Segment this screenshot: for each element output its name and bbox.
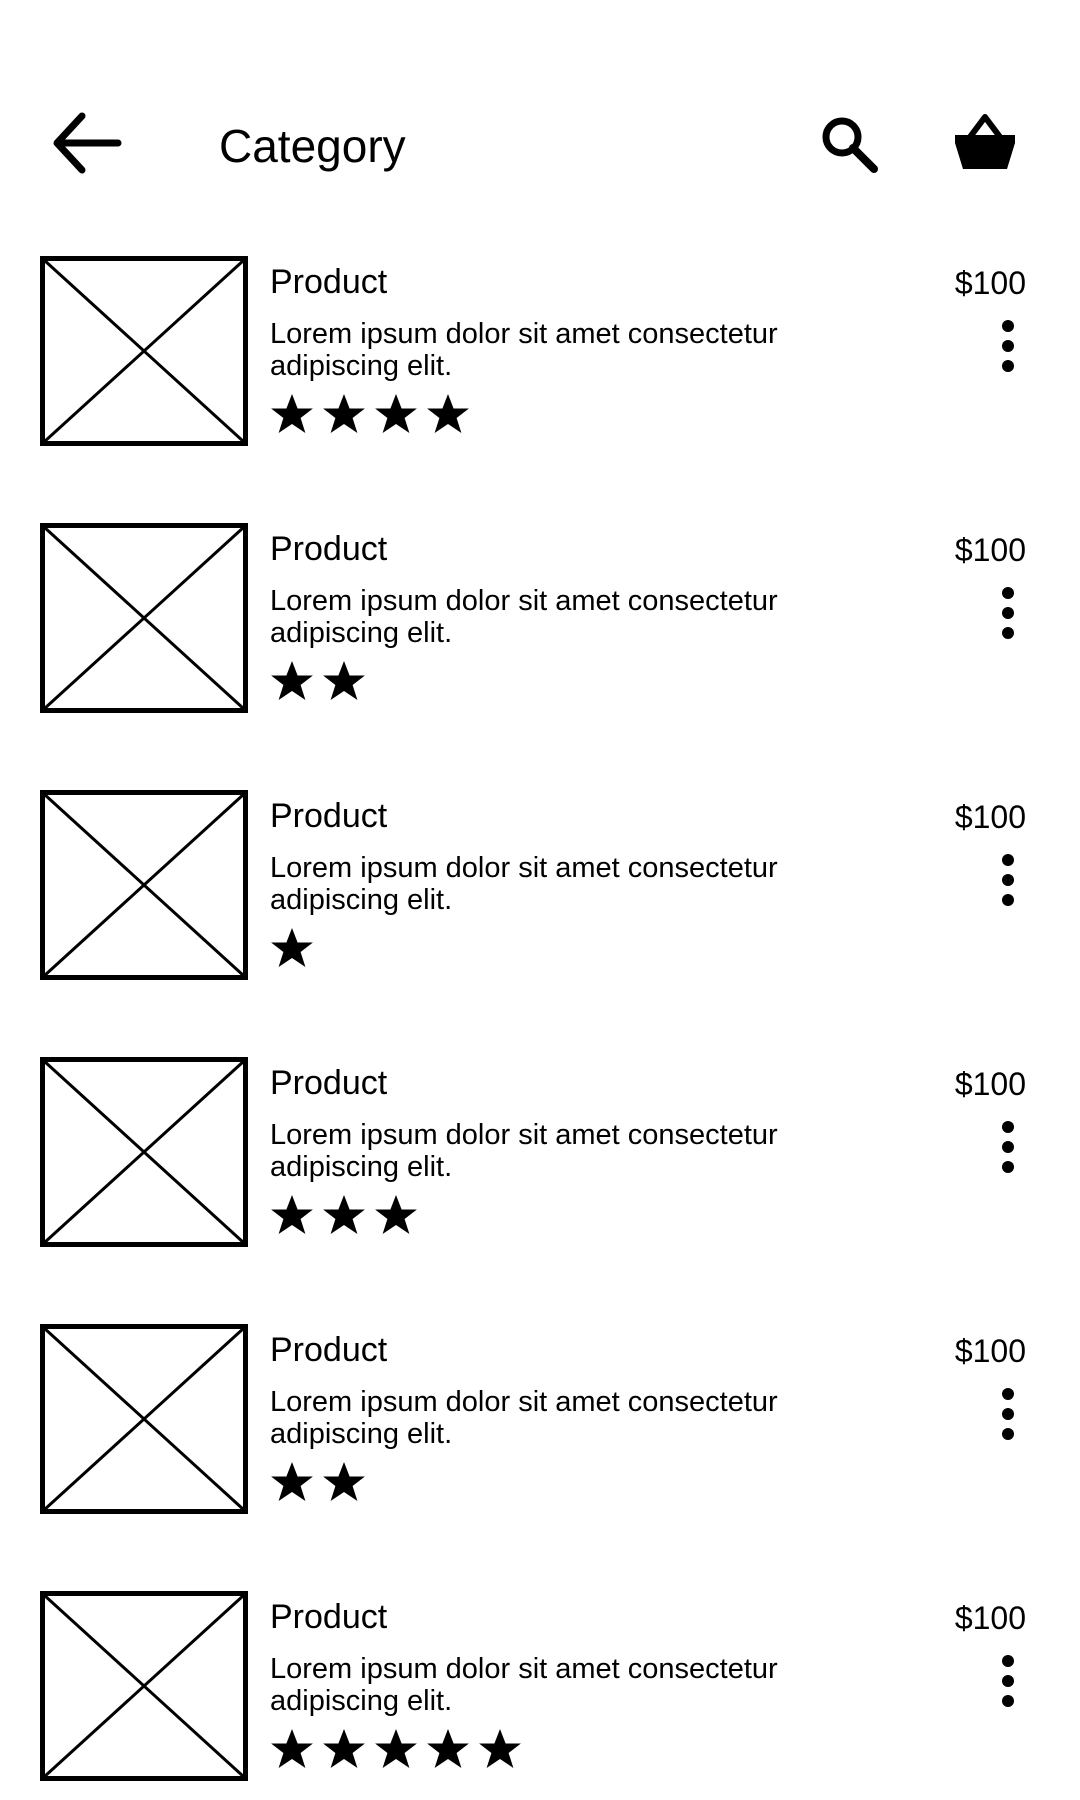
star-icon	[323, 394, 365, 433]
search-icon	[822, 117, 878, 173]
more-options-button[interactable]	[988, 850, 1028, 910]
product-description: Lorem ipsum dolor sit amet consectetur a…	[270, 1119, 778, 1183]
star-icon	[375, 1729, 417, 1768]
cart-button[interactable]	[953, 113, 1017, 173]
product-list-item[interactable]: Product Lorem ipsum dolor sit amet conse…	[0, 250, 1080, 450]
more-vertical-icon	[1002, 320, 1014, 372]
arrow-left-icon	[53, 112, 122, 174]
more-vertical-icon	[1002, 854, 1014, 906]
product-list-item[interactable]: Product Lorem ipsum dolor sit amet conse…	[0, 784, 1080, 984]
product-image	[40, 790, 248, 980]
product-image	[40, 1591, 248, 1781]
app-header: Category	[0, 0, 1080, 250]
star-icon	[427, 1729, 469, 1768]
star-icon	[427, 394, 469, 433]
star-icon	[271, 1462, 313, 1501]
product-price: $100	[954, 532, 1026, 568]
star-icon	[323, 1195, 365, 1234]
star-icon	[271, 661, 313, 700]
star-icon	[375, 1195, 417, 1234]
image-placeholder-icon	[40, 1324, 248, 1514]
product-image	[40, 1057, 248, 1247]
star-icon	[271, 1195, 313, 1234]
product-rating	[270, 1193, 418, 1237]
back-button[interactable]	[52, 108, 132, 178]
product-description: Lorem ipsum dolor sit amet consectetur a…	[270, 1386, 778, 1450]
image-placeholder-icon	[40, 523, 248, 713]
more-vertical-icon	[1002, 1388, 1014, 1440]
star-icon	[375, 394, 417, 433]
product-name: Product	[270, 1331, 388, 1369]
product-name: Product	[270, 797, 388, 835]
product-name: Product	[270, 530, 388, 568]
more-vertical-icon	[1002, 1121, 1014, 1173]
product-name: Product	[270, 1064, 388, 1102]
product-rating	[270, 392, 470, 436]
more-options-button[interactable]	[988, 316, 1028, 376]
product-list-item[interactable]: Product Lorem ipsum dolor sit amet conse…	[0, 1051, 1080, 1251]
product-image	[40, 1324, 248, 1514]
product-name: Product	[270, 263, 388, 301]
product-price: $100	[954, 799, 1026, 835]
more-vertical-icon	[1002, 587, 1014, 639]
product-image	[40, 523, 248, 713]
star-icon	[271, 394, 313, 433]
star-icon	[271, 928, 313, 967]
product-rating	[270, 659, 366, 703]
star-icon	[323, 1462, 365, 1501]
more-options-button[interactable]	[988, 583, 1028, 643]
star-icon	[479, 1729, 521, 1768]
product-rating	[270, 926, 314, 970]
star-icon	[323, 661, 365, 700]
more-vertical-icon	[1002, 1655, 1014, 1707]
star-icon	[271, 1729, 313, 1768]
search-button[interactable]	[818, 113, 880, 175]
product-price: $100	[954, 1600, 1026, 1636]
product-list-item[interactable]: Product Lorem ipsum dolor sit amet conse…	[0, 517, 1080, 717]
image-placeholder-icon	[40, 790, 248, 980]
image-placeholder-icon	[40, 1591, 248, 1781]
product-image	[40, 256, 248, 446]
page-title: Category	[219, 120, 406, 172]
more-options-button[interactable]	[988, 1384, 1028, 1444]
product-rating	[270, 1727, 522, 1771]
product-list-item[interactable]: Product Lorem ipsum dolor sit amet conse…	[0, 1318, 1080, 1518]
shopping-basket-icon	[955, 114, 1015, 169]
product-description: Lorem ipsum dolor sit amet consectetur a…	[270, 1653, 778, 1717]
product-name: Product	[270, 1598, 388, 1636]
product-description: Lorem ipsum dolor sit amet consectetur a…	[270, 318, 778, 382]
product-price: $100	[954, 1066, 1026, 1102]
product-price: $100	[954, 265, 1026, 301]
product-list-item[interactable]: Product Lorem ipsum dolor sit amet conse…	[0, 1585, 1080, 1785]
product-rating	[270, 1460, 366, 1504]
product-description: Lorem ipsum dolor sit amet consectetur a…	[270, 585, 778, 649]
product-price: $100	[954, 1333, 1026, 1369]
image-placeholder-icon	[40, 256, 248, 446]
product-description: Lorem ipsum dolor sit amet consectetur a…	[270, 852, 778, 916]
star-icon	[323, 1729, 365, 1768]
more-options-button[interactable]	[988, 1117, 1028, 1177]
more-options-button[interactable]	[988, 1651, 1028, 1711]
image-placeholder-icon	[40, 1057, 248, 1247]
